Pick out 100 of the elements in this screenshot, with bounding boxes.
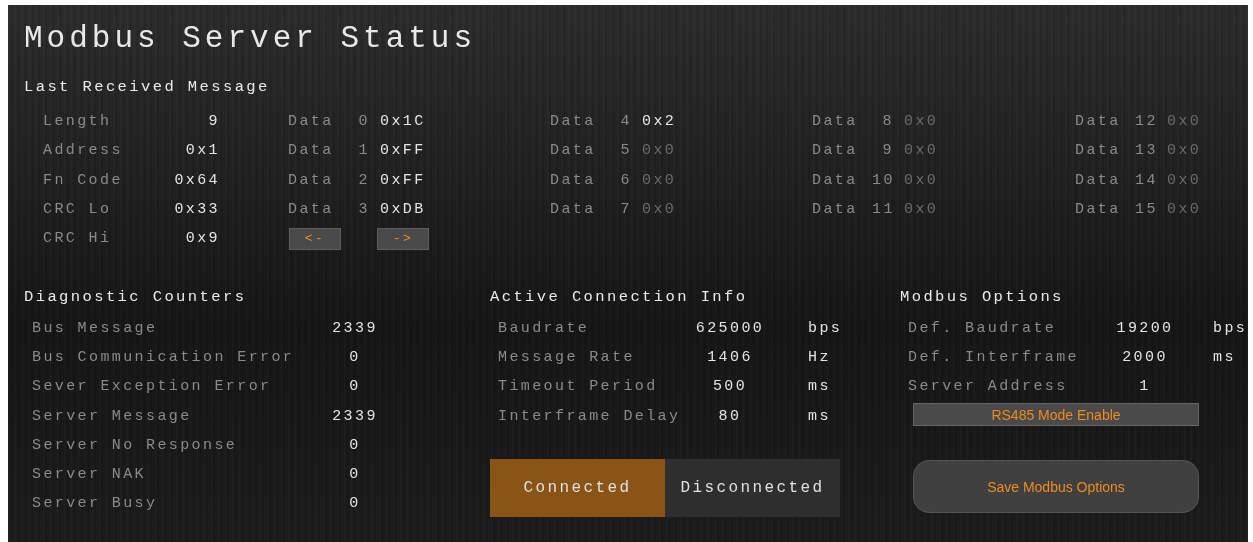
page-title: Modbus Server Status	[24, 20, 478, 58]
data-value: 0x0	[904, 171, 940, 189]
data-label: Data	[812, 171, 859, 189]
counter-label: Server Message	[32, 407, 193, 425]
data-label: Data	[1075, 142, 1122, 160]
field-label: Fn Code	[43, 171, 124, 189]
next-button[interactable]: ->	[377, 227, 429, 250]
data-index: 2	[357, 171, 370, 189]
field-label: Address	[43, 142, 124, 160]
data-index: 7	[619, 201, 632, 219]
info-label: Interframe Delay	[498, 407, 682, 425]
info-value: 625000	[694, 319, 766, 337]
info-value: 500	[711, 378, 749, 396]
counter-value: 0	[348, 495, 362, 513]
data-index: 3	[357, 201, 370, 219]
counter-label: Server No Response	[32, 436, 239, 454]
data-value: 0x0	[1167, 201, 1203, 219]
data-label: Data	[550, 201, 597, 219]
option-label: Def. Interframe	[908, 348, 1081, 366]
section-heading: Last Received Message	[24, 77, 271, 97]
counter-value: 2339	[331, 319, 379, 337]
data-index: 5	[619, 142, 632, 160]
data-label: Data	[812, 201, 859, 219]
info-value: 1406	[706, 348, 754, 366]
option-value: 1	[1138, 378, 1152, 396]
data-label: Data	[550, 113, 597, 131]
unit-label: bps	[808, 319, 844, 337]
data-value: 0x0	[904, 142, 940, 160]
data-value: 0x0	[1167, 142, 1203, 160]
data-label: Data	[550, 142, 597, 160]
field-value: 0x64	[173, 171, 220, 189]
data-value: 0xFF	[380, 142, 427, 160]
data-index: 1	[357, 142, 370, 160]
data-index: 14	[1135, 171, 1157, 189]
data-value: 0x1C	[380, 113, 427, 131]
data-label: Data	[1075, 171, 1122, 189]
unit-label: ms	[808, 407, 832, 425]
data-label: Data	[288, 171, 335, 189]
counter-label: Bus Message	[32, 319, 159, 337]
info-label: Message Rate	[498, 348, 636, 366]
data-value: 0x0	[642, 171, 678, 189]
connection-state-button[interactable]: Connected	[490, 458, 665, 517]
data-value: 0xDB	[380, 201, 427, 219]
data-value: 0x0	[1167, 113, 1203, 131]
counter-label: Bus Communication Error	[32, 348, 296, 366]
previous-button[interactable]: <-	[289, 227, 341, 250]
info-label: Baudrate	[498, 319, 591, 337]
data-index: 0	[357, 113, 370, 131]
field-value: 0x1	[184, 142, 220, 160]
info-label: Timeout Period	[498, 378, 659, 396]
option-value: 19200	[1115, 319, 1175, 337]
data-value: 0x2	[642, 113, 678, 131]
data-label: Data	[812, 142, 859, 160]
option-label: Server Address	[908, 378, 1069, 396]
counter-value: 0	[348, 436, 362, 454]
data-value: 0x0	[642, 142, 678, 160]
counter-label: Server Busy	[32, 495, 159, 513]
data-index: 8	[881, 113, 894, 131]
counter-value: 2339	[331, 407, 379, 425]
counter-label: Sever Exception Error	[32, 378, 273, 396]
data-label: Data	[1075, 113, 1122, 131]
section-heading: Modbus Options	[900, 287, 1065, 308]
data-value: 0x0	[904, 113, 940, 131]
data-value: 0x0	[1167, 171, 1203, 189]
data-label: Data	[288, 201, 335, 219]
data-index: 10	[872, 171, 894, 189]
field-value: 0x9	[184, 230, 220, 248]
unit-label: ms	[1213, 348, 1237, 366]
unit-label: Hz	[808, 348, 832, 366]
data-index: 13	[1135, 142, 1157, 160]
field-label: CRC Lo	[43, 201, 113, 219]
data-label: Data	[812, 113, 859, 131]
rs485-mode-button[interactable]: RS485 Mode Enable	[913, 403, 1199, 427]
data-value: 0x0	[642, 201, 678, 219]
field-value: 9	[207, 113, 220, 131]
option-value: 2000	[1121, 348, 1169, 366]
data-value: 0xFF	[380, 171, 427, 189]
connection-state-button[interactable]: Disconnected	[665, 458, 840, 517]
data-index: 4	[619, 113, 632, 131]
data-index: 6	[619, 171, 632, 189]
data-label: Data	[1075, 201, 1122, 219]
field-label: CRC Hi	[43, 230, 113, 248]
data-label: Data	[550, 171, 597, 189]
counter-value: 0	[348, 466, 362, 484]
counter-label: Server NAK	[32, 466, 147, 484]
counter-value: 0	[348, 348, 362, 366]
option-label: Def. Baudrate	[908, 319, 1058, 337]
field-value: 0x33	[173, 201, 220, 219]
unit-label: ms	[808, 378, 832, 396]
save-options-button[interactable]: Save Modbus Options	[913, 460, 1199, 514]
unit-label: bps	[1213, 319, 1248, 337]
field-label: Length	[43, 113, 113, 131]
data-index: 11	[872, 201, 894, 219]
section-heading: Diagnostic Counters	[24, 287, 248, 308]
data-label: Data	[288, 113, 335, 131]
data-label: Data	[288, 142, 335, 160]
data-value: 0x0	[904, 201, 940, 219]
data-index: 9	[881, 142, 894, 160]
section-heading: Active Connection Info	[490, 287, 749, 308]
counter-value: 0	[348, 378, 362, 396]
